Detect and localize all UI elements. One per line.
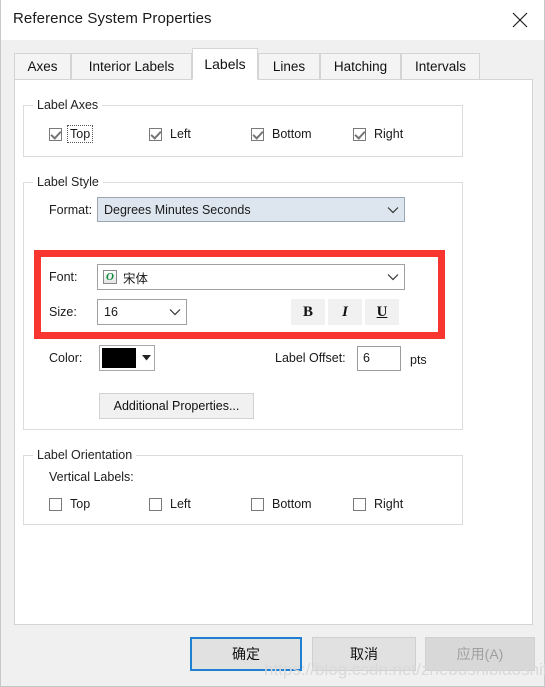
vertical-labels-label: Vertical Labels: xyxy=(49,470,134,484)
cancel-label: 取消 xyxy=(350,646,378,662)
caret-down-icon xyxy=(138,346,154,370)
checkbox-box xyxy=(353,127,366,141)
close-icon xyxy=(512,12,528,28)
format-value: Degrees Minutes Seconds xyxy=(104,202,251,217)
ok-label: 确定 xyxy=(232,646,260,662)
chevron-down-icon xyxy=(164,308,186,316)
label-orientation-group-title: Label Orientation xyxy=(33,448,137,462)
bold-button[interactable]: B xyxy=(291,299,325,325)
label-offset-label: Label Offset: xyxy=(275,351,346,365)
checkbox-box xyxy=(251,127,264,141)
checkbox-orientation-right[interactable]: Right xyxy=(353,496,405,512)
checkbox-box xyxy=(49,127,62,141)
format-dropdown[interactable]: Degrees Minutes Seconds xyxy=(97,197,405,222)
checkbox-label-axes-bottom[interactable]: Bottom xyxy=(251,126,314,142)
color-label: Color: xyxy=(49,351,83,365)
label-offset-units: pts xyxy=(410,353,427,367)
ok-button[interactable]: 确定 xyxy=(190,637,302,671)
checkbox-label-axes-left[interactable]: Left xyxy=(149,126,193,142)
checkbox-box xyxy=(353,497,366,511)
color-picker-button[interactable] xyxy=(99,345,155,371)
size-value: 16 xyxy=(104,305,118,319)
chevron-down-icon xyxy=(382,273,404,281)
checkbox-orientation-left[interactable]: Left xyxy=(149,496,193,512)
tab-label: Hatching xyxy=(333,59,388,74)
tab-interior-labels[interactable]: Interior Labels xyxy=(71,53,192,80)
close-button[interactable] xyxy=(498,0,544,38)
checkbox-box xyxy=(251,497,264,511)
checkbox-box xyxy=(149,127,162,141)
apply-button: 应用(A) xyxy=(425,637,535,671)
label-orientation-group: Label Orientation xyxy=(23,448,463,525)
checkbox-box xyxy=(49,497,62,511)
tab-hatching[interactable]: Hatching xyxy=(320,53,401,80)
checkbox-label: Top xyxy=(66,125,94,143)
font-label: Font: xyxy=(49,270,78,284)
tab-label: Labels xyxy=(204,56,246,72)
tab-labels[interactable]: Labels xyxy=(192,48,258,80)
tab-intervals[interactable]: Intervals xyxy=(401,53,480,80)
additional-properties-label: Additional Properties... xyxy=(113,399,240,413)
italic-label: I xyxy=(342,303,348,320)
checkbox-orientation-top[interactable]: Top xyxy=(49,496,92,512)
opentype-font-icon: O xyxy=(103,270,117,284)
format-label: Format: xyxy=(49,203,93,217)
checkbox-label-axes-top[interactable]: Top xyxy=(49,125,94,143)
checkbox-label: Left xyxy=(170,127,191,141)
checkbox-box xyxy=(149,497,162,511)
tab-axes[interactable]: Axes xyxy=(14,53,71,80)
label-axes-group-title: Label Axes xyxy=(33,98,103,112)
tab-label: Lines xyxy=(272,59,306,74)
label-style-group-title: Label Style xyxy=(33,175,103,189)
tab-label: Axes xyxy=(27,59,58,74)
checkbox-label: Right xyxy=(374,497,404,511)
cancel-button[interactable]: 取消 xyxy=(312,637,416,671)
chevron-down-icon xyxy=(382,206,404,214)
apply-label: 应用(A) xyxy=(456,646,504,662)
checkbox-label-axes-right[interactable]: Right xyxy=(353,126,405,142)
checkbox-label: Bottom xyxy=(272,127,312,141)
checkbox-label: Bottom xyxy=(272,497,312,511)
additional-properties-button[interactable]: Additional Properties... xyxy=(99,393,254,419)
window-title: Reference System Properties xyxy=(13,10,212,27)
checkbox-orientation-bottom[interactable]: Bottom xyxy=(251,496,314,512)
size-dropdown[interactable]: 16 xyxy=(97,299,187,325)
tab-label: Intervals xyxy=(414,59,467,74)
color-swatch xyxy=(102,348,136,368)
tab-lines[interactable]: Lines xyxy=(258,53,320,80)
bold-label: B xyxy=(302,303,313,320)
title-bar: Reference System Properties xyxy=(1,0,544,40)
checkbox-label: Right xyxy=(374,127,404,141)
label-offset-input[interactable]: 6 xyxy=(357,346,401,371)
font-dropdown[interactable]: O 宋体 xyxy=(97,264,405,290)
checkbox-label: Top xyxy=(70,497,91,511)
italic-button[interactable]: I xyxy=(328,299,362,325)
underline-button[interactable]: U xyxy=(365,299,399,325)
reference-system-properties-dialog: Reference System Properties Axes Interio… xyxy=(0,0,545,687)
size-label: Size: xyxy=(49,305,77,319)
checkbox-label: Left xyxy=(170,497,191,511)
font-value: 宋体 xyxy=(123,271,149,286)
tab-strip: Axes Interior Labels Labels Lines Hatchi… xyxy=(14,48,533,80)
underline-label: U xyxy=(376,303,388,320)
tab-label: Interior Labels xyxy=(88,59,175,74)
